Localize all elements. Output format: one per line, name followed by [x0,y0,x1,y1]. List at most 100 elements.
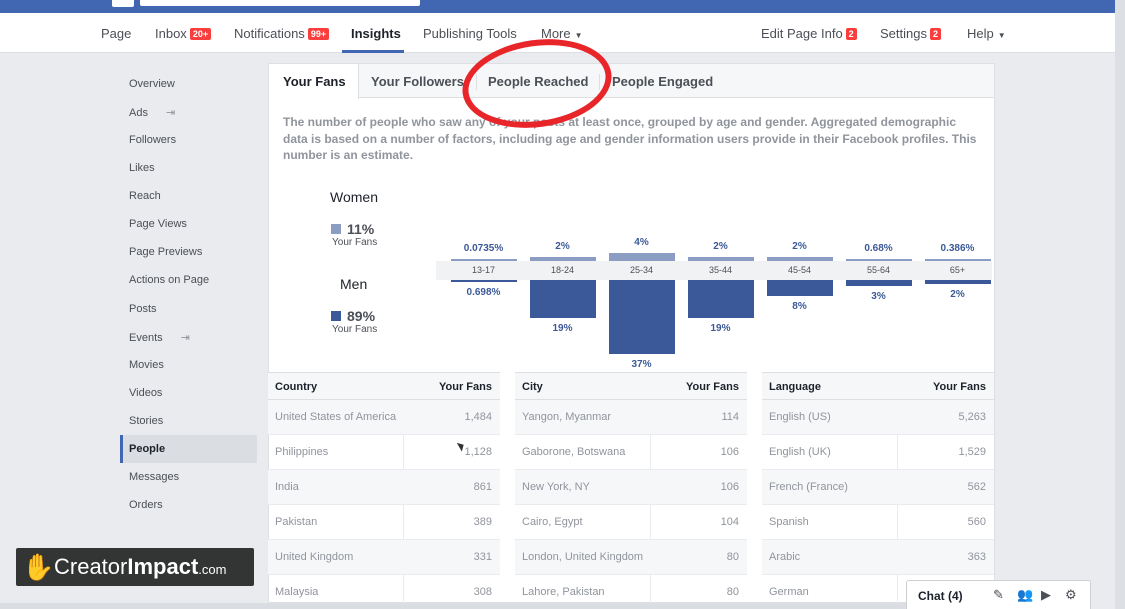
facebook-logo-icon[interactable] [112,0,134,7]
table-row: Gaborone, Botswana 106 [515,435,747,470]
nav-notifications-label: Notifications [234,26,305,41]
men-value-label: 37% [631,359,652,370]
women-percent-value: 11% [347,221,375,237]
nav-notifications[interactable]: Notifications 99+ [234,26,330,41]
sidebar-item-events[interactable]: Events ⇥ [129,331,190,344]
row-value: 80 [726,586,739,598]
row-value: 331 [473,551,492,563]
row-label: Spanish [769,516,809,528]
row-value: 308 [473,586,492,598]
sidebar-item-movies[interactable]: Movies [129,359,164,371]
age-tick-label: 55-64 [866,265,891,275]
women-value-label: 0.68% [864,243,893,254]
table-row: Cairo, Egypt 104 [515,505,747,540]
language-table: Language Your Fans English (US) 5,263 Englis… [762,372,994,609]
men-bar [766,280,833,296]
men-bar [924,280,991,284]
chat-bar[interactable]: Chat (4) ✎ 👥 ▶ ⚙ [906,580,1091,609]
women-value-label: 0.0735% [463,243,504,254]
sidebar-item-overview[interactable]: Overview [129,78,175,90]
row-value: 5,263 [958,411,986,423]
chat-label[interactable]: Chat (4) [918,589,963,603]
men-value-label: 3% [871,291,886,302]
women-percent: 11% [331,221,374,237]
tab-bar: Your Fans Your Followers People Reached … [269,64,994,99]
sidebar-item-actions-on-page[interactable]: Actions on Page [129,274,209,286]
women-bar [529,257,596,261]
tab-your-followers[interactable]: Your Followers [371,74,464,89]
men-value-label: 8% [792,301,807,312]
age-tick-label: 65+ [949,265,966,275]
women-bar [845,259,912,261]
gear-icon[interactable]: ⚙ [1065,587,1077,603]
row-value: 106 [720,481,739,493]
men-label: Men [340,276,368,292]
age-tick-label: 13-17 [471,265,496,275]
row-label: Lahore, Pakistan [522,586,605,598]
men-bar [687,280,754,318]
table-row: London, United Kingdom 80 [515,540,747,575]
tab-people-engaged[interactable]: People Engaged [612,74,713,89]
men-swatch [331,311,341,321]
header-your-fans[interactable]: Your Fans [439,381,492,393]
header-your-fans[interactable]: Your Fans [686,381,739,393]
table-row: Arabic 363 [762,540,994,575]
top-bluebar [0,0,1115,13]
scrollbar[interactable] [1115,0,1125,609]
nav-insights[interactable]: Insights [351,26,401,41]
sidebar-item-messages[interactable]: Messages [129,471,179,483]
sidebar-item-orders[interactable]: Orders [129,499,163,511]
search-input[interactable] [140,0,420,6]
row-value: 363 [967,551,986,563]
sidebar-item-page-previews[interactable]: Page Previews [129,246,202,258]
nav-page[interactable]: Page [101,26,131,41]
row-label: German [769,586,809,598]
table-row: India 861 [268,470,500,505]
nav-inbox[interactable]: Inbox 20+ [155,26,212,41]
sidebar-item-page-views[interactable]: Page Views [129,218,187,230]
sidebar-item-label: Events [129,332,163,344]
header-label[interactable]: City [522,381,543,393]
row-value: 114 [721,411,739,423]
row-label: India [275,481,299,493]
sidebar-item-ads[interactable]: Ads ⇥ [129,106,175,119]
sidebar-item-stories[interactable]: Stories [129,415,163,427]
row-label: Arabic [769,551,801,563]
creatorimpact-watermark: ✋ CreatorImpact.com [16,548,254,586]
sidebar-item-reach[interactable]: Reach [129,190,161,202]
nav-edit-page-info[interactable]: Edit Page Info 2 [761,26,857,41]
nav-active-underline [342,50,404,53]
video-call-icon[interactable]: ▶ [1041,587,1051,603]
nav-help[interactable]: Help ▼ [967,26,1006,41]
nav-edit-label: Edit Page Info [761,26,843,41]
table-row: French (France) 562 [762,470,994,505]
header-label[interactable]: Language [769,381,821,393]
sidebar-item-likes[interactable]: Likes [129,162,155,174]
header-your-fans[interactable]: Your Fans [933,381,986,393]
sidebar-item-videos[interactable]: Videos [129,387,162,399]
table-row: Pakistan 389 [268,505,500,540]
sidebar-item-posts[interactable]: Posts [129,303,157,315]
description-text: The number of people who saw any of your… [283,115,977,162]
sidebar-item-followers[interactable]: Followers [129,134,176,146]
row-value: 560 [967,516,986,528]
watermark-part-a: Creator [54,554,128,579]
caret-down-icon: ▼ [574,31,583,40]
women-bar [687,257,754,261]
women-value-label: 2% [792,241,807,252]
tab-your-fans[interactable]: Your Fans [283,74,346,89]
compose-icon[interactable]: ✎ [993,587,1004,603]
nav-settings[interactable]: Settings 2 [880,26,941,41]
men-percent: 89% [331,308,375,324]
age-tick-label: 25-34 [629,265,654,275]
sidebar-item-people[interactable]: People [129,443,165,455]
row-value: 1,484 [464,411,492,423]
age-tick-label: 18-24 [550,265,575,275]
nav-publishing-tools[interactable]: Publishing Tools [423,26,517,41]
nav-help-label: Help [967,26,994,41]
table-header: Language Your Fans [762,372,994,400]
table-row: United Kingdom 331 [268,540,500,575]
table-row: English (US) 5,263 [762,400,994,435]
header-label[interactable]: Country [275,381,317,393]
group-icon[interactable]: 👥 [1017,587,1033,603]
